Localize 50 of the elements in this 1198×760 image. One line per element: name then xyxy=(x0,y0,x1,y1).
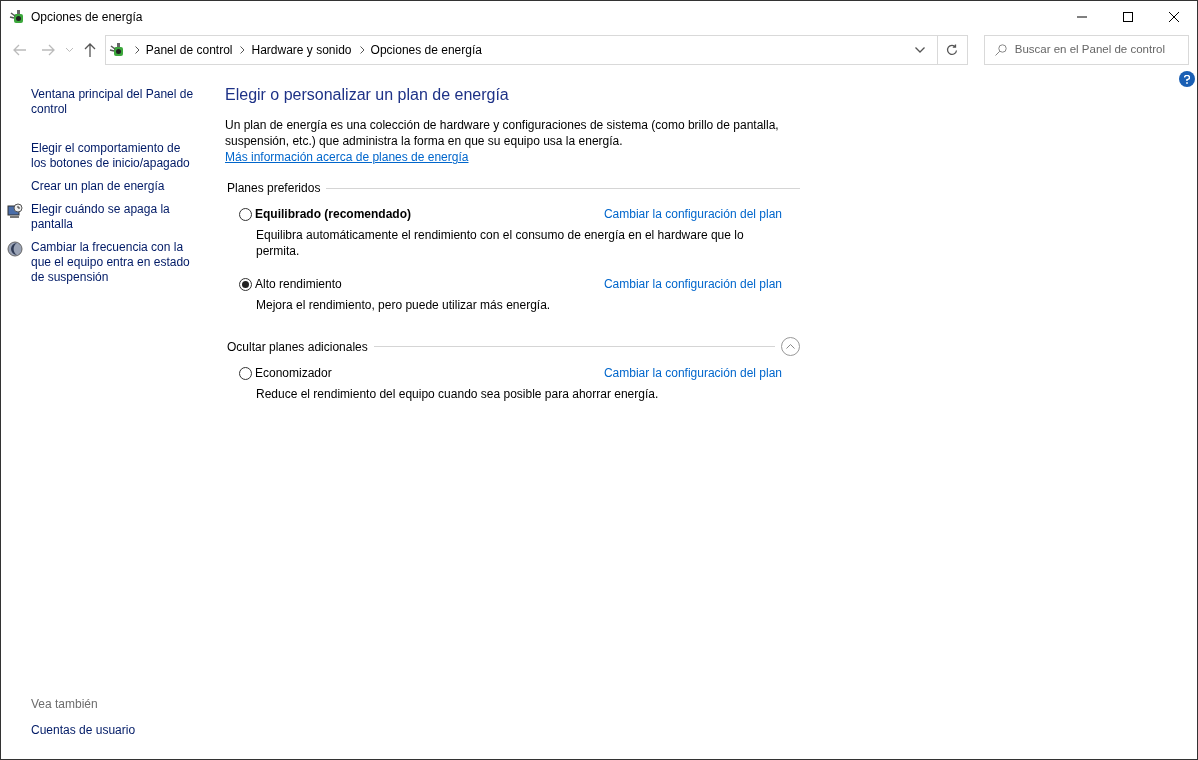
change-plan-link[interactable]: Cambiar la configuración del plan xyxy=(603,364,782,382)
change-plan-link[interactable]: Cambiar la configuración del plan xyxy=(603,205,782,223)
back-arrow-icon xyxy=(12,44,27,56)
forward-arrow-icon xyxy=(40,44,55,56)
radio-button[interactable] xyxy=(239,366,252,380)
monitor-clock-icon xyxy=(7,203,23,219)
radio-button[interactable] xyxy=(239,277,252,291)
plan-name[interactable]: Equilibrado (recomendado) xyxy=(255,205,411,223)
search-field[interactable]: Buscar en el Panel de control xyxy=(983,35,1189,65)
power-plug-icon xyxy=(108,42,125,58)
breadcrumb[interactable]: Opciones de energía xyxy=(370,41,482,59)
chevron-down-icon xyxy=(66,48,74,52)
moon-icon xyxy=(7,241,23,257)
change-plan-link[interactable]: Cambiar la configuración del plan xyxy=(603,275,782,293)
more-info-link[interactable]: Más información acerca de planes de energía xyxy=(225,150,469,164)
refresh-icon xyxy=(946,44,959,56)
plan-name[interactable]: Alto rendimiento xyxy=(255,275,342,293)
chevron-down-icon xyxy=(914,47,925,53)
plan-name[interactable]: Economizador xyxy=(255,364,332,382)
chevron-up-icon xyxy=(786,344,795,349)
page-heading: Elegir o personalizar un plan de energía xyxy=(225,85,510,105)
sidebar-link[interactable]: Ventana principal del Panel de control xyxy=(31,87,194,117)
group-heading: Planes preferidos xyxy=(227,180,321,197)
breadcrumb[interactable]: Hardware y sonido xyxy=(251,41,352,59)
close-icon xyxy=(1169,12,1179,22)
search-input[interactable]: Buscar en el Panel de control xyxy=(1014,41,1188,59)
search-icon xyxy=(994,44,1007,56)
chevron-right-icon xyxy=(359,46,365,54)
breadcrumb[interactable]: Panel de control xyxy=(145,41,233,59)
sidebar-link[interactable]: Cuentas de usuario xyxy=(31,721,194,739)
address-bar[interactable]: Panel de control Hardware y sonido Opciones de energía xyxy=(104,35,968,65)
sidebar-link[interactable]: Elegir el comportamiento de los botones de inicio/apagado xyxy=(31,141,194,171)
sidebar-link[interactable]: Crear un plan de energía xyxy=(31,179,165,194)
maximize-icon xyxy=(1123,12,1133,22)
plan-description: Equilibra automáticamente el rendimiento con el consumo de energía en el hardware que lo permita. xyxy=(255,227,745,259)
radio-button[interactable] xyxy=(239,207,252,221)
chevron-right-icon xyxy=(240,46,246,54)
chevron-right-icon xyxy=(134,46,140,54)
group-heading: Ocultar planes adicionales xyxy=(227,338,368,356)
question-mark-icon xyxy=(1184,74,1190,84)
help-button[interactable] xyxy=(1179,71,1195,87)
plan-description: Reduce el rendimiento del equipo cuando sea posible para ahorrar energía. xyxy=(255,386,660,402)
sidebar-link[interactable]: Cambiar la frecuencia con la que el equipo entra en estado de suspensión xyxy=(31,240,194,285)
sidebar-link[interactable]: Elegir cuándo se apaga la pantalla xyxy=(31,202,194,232)
power-plug-icon xyxy=(9,9,25,25)
up-arrow-icon xyxy=(83,43,96,57)
see-also-heading: Vea también xyxy=(31,696,99,713)
plan-description: Mejora el rendimiento, pero puede utilizar más energía. xyxy=(255,297,552,313)
window-title: Opciones de energía xyxy=(31,9,143,26)
intro-paragraph: Un plan de energía es una colección de hardware y configuraciones de sistema (como brillo de pantalla, suspensión, etc.) que administra la forma en que su equipo usa la energía. Más información acerca de planes de energía xyxy=(225,117,780,165)
